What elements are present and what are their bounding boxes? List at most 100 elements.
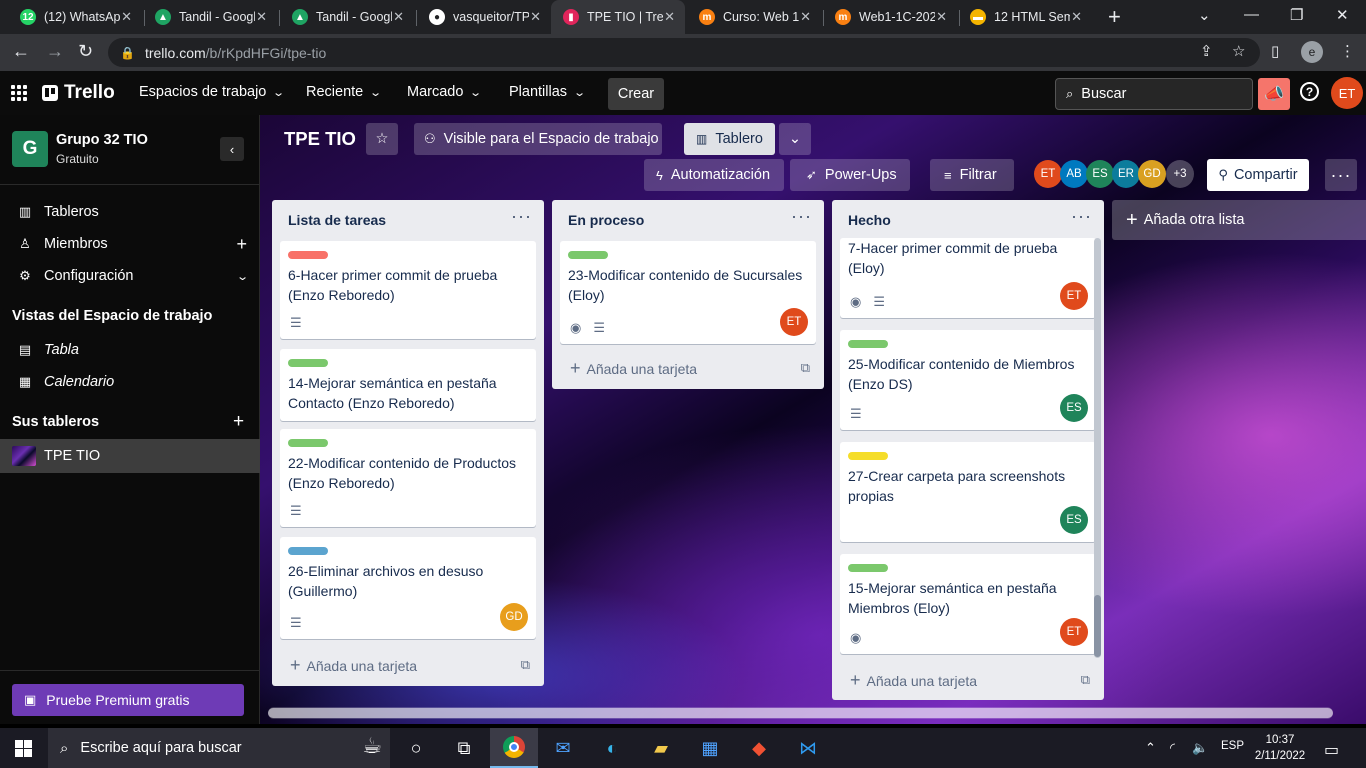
list-title[interactable]: Lista de tareas: [288, 212, 386, 228]
create-from-template-icon[interactable]: ⧉: [521, 657, 530, 673]
search-input[interactable]: ⌕ Buscar: [1055, 78, 1253, 110]
add-member-icon[interactable]: +: [236, 234, 247, 255]
sidebar-item-members[interactable]: ♙ Miembros +: [0, 228, 260, 260]
board-member-avatar[interactable]: AB: [1060, 160, 1088, 188]
close-tab-icon[interactable]: ✕: [393, 9, 404, 25]
browser-tab[interactable]: ● vasqueitor/TPE✕: [417, 0, 551, 34]
try-premium-button[interactable]: ▣ Pruebe Premium gratis: [12, 684, 244, 716]
git-icon[interactable]: ◆: [735, 728, 783, 768]
windows-start-icon[interactable]: [15, 740, 32, 757]
menu-templates[interactable]: Plantillas ⌄: [509, 84, 586, 100]
share-page-icon[interactable]: ⇪: [1200, 42, 1213, 60]
list-menu-icon[interactable]: ···: [1071, 206, 1092, 227]
show-hidden-icons-icon[interactable]: ⌃: [1145, 740, 1156, 756]
board-list[interactable]: Hecho ··· 7-Hacer primer commit de prueba …: [832, 200, 1104, 700]
card[interactable]: 25-Modificar contenido de Miembros (Enzo…: [840, 330, 1096, 430]
list-menu-icon[interactable]: ···: [511, 206, 532, 227]
view-switcher-board[interactable]: ▥ Tablero: [684, 123, 775, 155]
card-label[interactable]: [848, 340, 888, 348]
sidebar-item-table-view[interactable]: ▤ Tabla: [0, 334, 260, 366]
more-members-badge[interactable]: +3: [1166, 160, 1194, 188]
menu-recent[interactable]: Reciente ⌄: [306, 84, 382, 100]
create-from-template-icon[interactable]: ⧉: [1081, 672, 1090, 688]
add-board-icon[interactable]: +: [233, 411, 244, 433]
board-list[interactable]: En proceso ··· 23-Modificar contenido de S…: [552, 200, 824, 389]
workspace-avatar[interactable]: G: [12, 131, 48, 167]
help-icon[interactable]: ?: [1300, 82, 1319, 101]
add-card-button[interactable]: + Añada una tarjeta: [570, 358, 697, 379]
card-label[interactable]: [288, 439, 328, 447]
browser-tab[interactable]: ▲ Tandil - Google ✕: [280, 0, 414, 34]
close-tab-icon[interactable]: ✕: [936, 9, 947, 25]
list-title[interactable]: En proceso: [568, 212, 644, 228]
share-button[interactable]: ⚲ Compartir: [1207, 159, 1309, 191]
store-icon[interactable]: ▦: [686, 728, 734, 768]
card-member-avatar[interactable]: ET: [780, 308, 808, 336]
card-member-avatar[interactable]: ET: [1060, 618, 1088, 646]
card[interactable]: 14-Mejorar semántica en pestaña Contacto…: [280, 349, 536, 421]
board-menu-button[interactable]: ···: [1325, 159, 1357, 191]
create-button[interactable]: Crear: [608, 78, 664, 110]
board-title[interactable]: TPE TIO: [284, 128, 356, 150]
mail-icon[interactable]: ✉: [539, 728, 587, 768]
card-member-avatar[interactable]: ES: [1060, 394, 1088, 422]
browser-tab[interactable]: m Web1-1C-2022✕: [823, 0, 957, 34]
card-label[interactable]: [288, 547, 328, 555]
card-label[interactable]: [288, 251, 328, 259]
sidebar-item-boards[interactable]: ▥ Tableros: [0, 196, 260, 228]
sidebar-item-settings[interactable]: ⚙ Configuración ⌄: [0, 260, 260, 292]
minimize-icon[interactable]: —: [1244, 6, 1259, 23]
automation-button[interactable]: ϟ Automatización: [644, 159, 784, 191]
close-tab-icon[interactable]: ✕: [664, 9, 675, 25]
card-label[interactable]: [568, 251, 608, 259]
star-board-button[interactable]: ☆: [366, 123, 398, 155]
browser-tab[interactable]: m Curso: Web 1 ✕: [687, 0, 821, 34]
list-title[interactable]: Hecho: [848, 212, 891, 228]
card-label[interactable]: [848, 564, 888, 572]
create-from-template-icon[interactable]: ⧉: [801, 360, 810, 376]
close-tab-icon[interactable]: ✕: [800, 9, 811, 25]
browser-menu-icon[interactable]: ⋮: [1340, 42, 1355, 60]
list-menu-icon[interactable]: ···: [791, 206, 812, 227]
card-member-avatar[interactable]: ET: [1060, 282, 1088, 310]
trello-logo[interactable]: Trello: [42, 82, 115, 104]
card-label[interactable]: [288, 359, 328, 367]
collapse-sidebar-button[interactable]: ‹: [220, 137, 244, 161]
menu-workspaces[interactable]: Espacios de trabajo ⌄: [139, 84, 285, 100]
browser-tab[interactable]: ▮ TPE TIO | Trello✕: [551, 0, 685, 34]
close-tab-icon[interactable]: ✕: [121, 9, 132, 25]
card[interactable]: 23-Modificar contenido de Sucursales (El…: [560, 241, 816, 344]
close-tab-icon[interactable]: ✕: [1071, 9, 1082, 25]
close-tab-icon[interactable]: ✕: [256, 9, 267, 25]
notifications-center-icon[interactable]: ▭: [1324, 740, 1339, 760]
task-view-icon[interactable]: ⧉: [440, 728, 488, 768]
user-avatar[interactable]: ET: [1331, 77, 1363, 109]
board-member-avatar[interactable]: GD: [1138, 160, 1166, 188]
browser-tab[interactable]: 12 (12) WhatsApp ✕: [8, 0, 142, 34]
board-member-avatar[interactable]: ES: [1086, 160, 1114, 188]
cortana-icon[interactable]: ○: [392, 728, 440, 768]
workspace-name[interactable]: Grupo 32 TIO: [56, 132, 148, 148]
card[interactable]: 7-Hacer primer commit de prueba (Eloy) ◉ ☰…: [840, 238, 1096, 318]
sidebar-item-calendar-view[interactable]: ▦ Calendario: [0, 366, 260, 398]
language-indicator[interactable]: ESP: [1221, 740, 1244, 752]
app-switcher-icon[interactable]: [11, 85, 27, 101]
list-scrollbar-thumb[interactable]: [1094, 595, 1101, 657]
browser-profile-avatar[interactable]: e: [1301, 41, 1323, 63]
tab-search-icon[interactable]: ⌄: [1198, 6, 1211, 24]
bookmark-star-icon[interactable]: ☆: [1232, 42, 1245, 60]
card[interactable]: 27-Crear carpeta para screenshots propia…: [840, 442, 1096, 542]
system-clock[interactable]: 10:37 2/11/2022: [1254, 732, 1306, 764]
notifications-button[interactable]: 📣: [1258, 78, 1290, 110]
add-list-button[interactable]: + Añada otra lista: [1112, 200, 1366, 240]
card[interactable]: 15-Mejorar semántica en pestaña Miembros…: [840, 554, 1096, 654]
back-icon[interactable]: ←: [12, 41, 30, 62]
menu-starred[interactable]: Marcado ⌄: [407, 84, 482, 100]
browser-tab[interactable]: ▬ 12 HTML Sem ✕: [958, 0, 1092, 34]
powerups-button[interactable]: ➶ Power-Ups: [790, 159, 910, 191]
file-explorer-icon[interactable]: ▰: [637, 728, 685, 768]
scrollbar-thumb[interactable]: [268, 708, 1333, 718]
board-member-avatar[interactable]: ET: [1034, 160, 1062, 188]
card-member-avatar[interactable]: ES: [1060, 506, 1088, 534]
sidebar-board-tpe-tio[interactable]: TPE TIO: [0, 439, 260, 473]
